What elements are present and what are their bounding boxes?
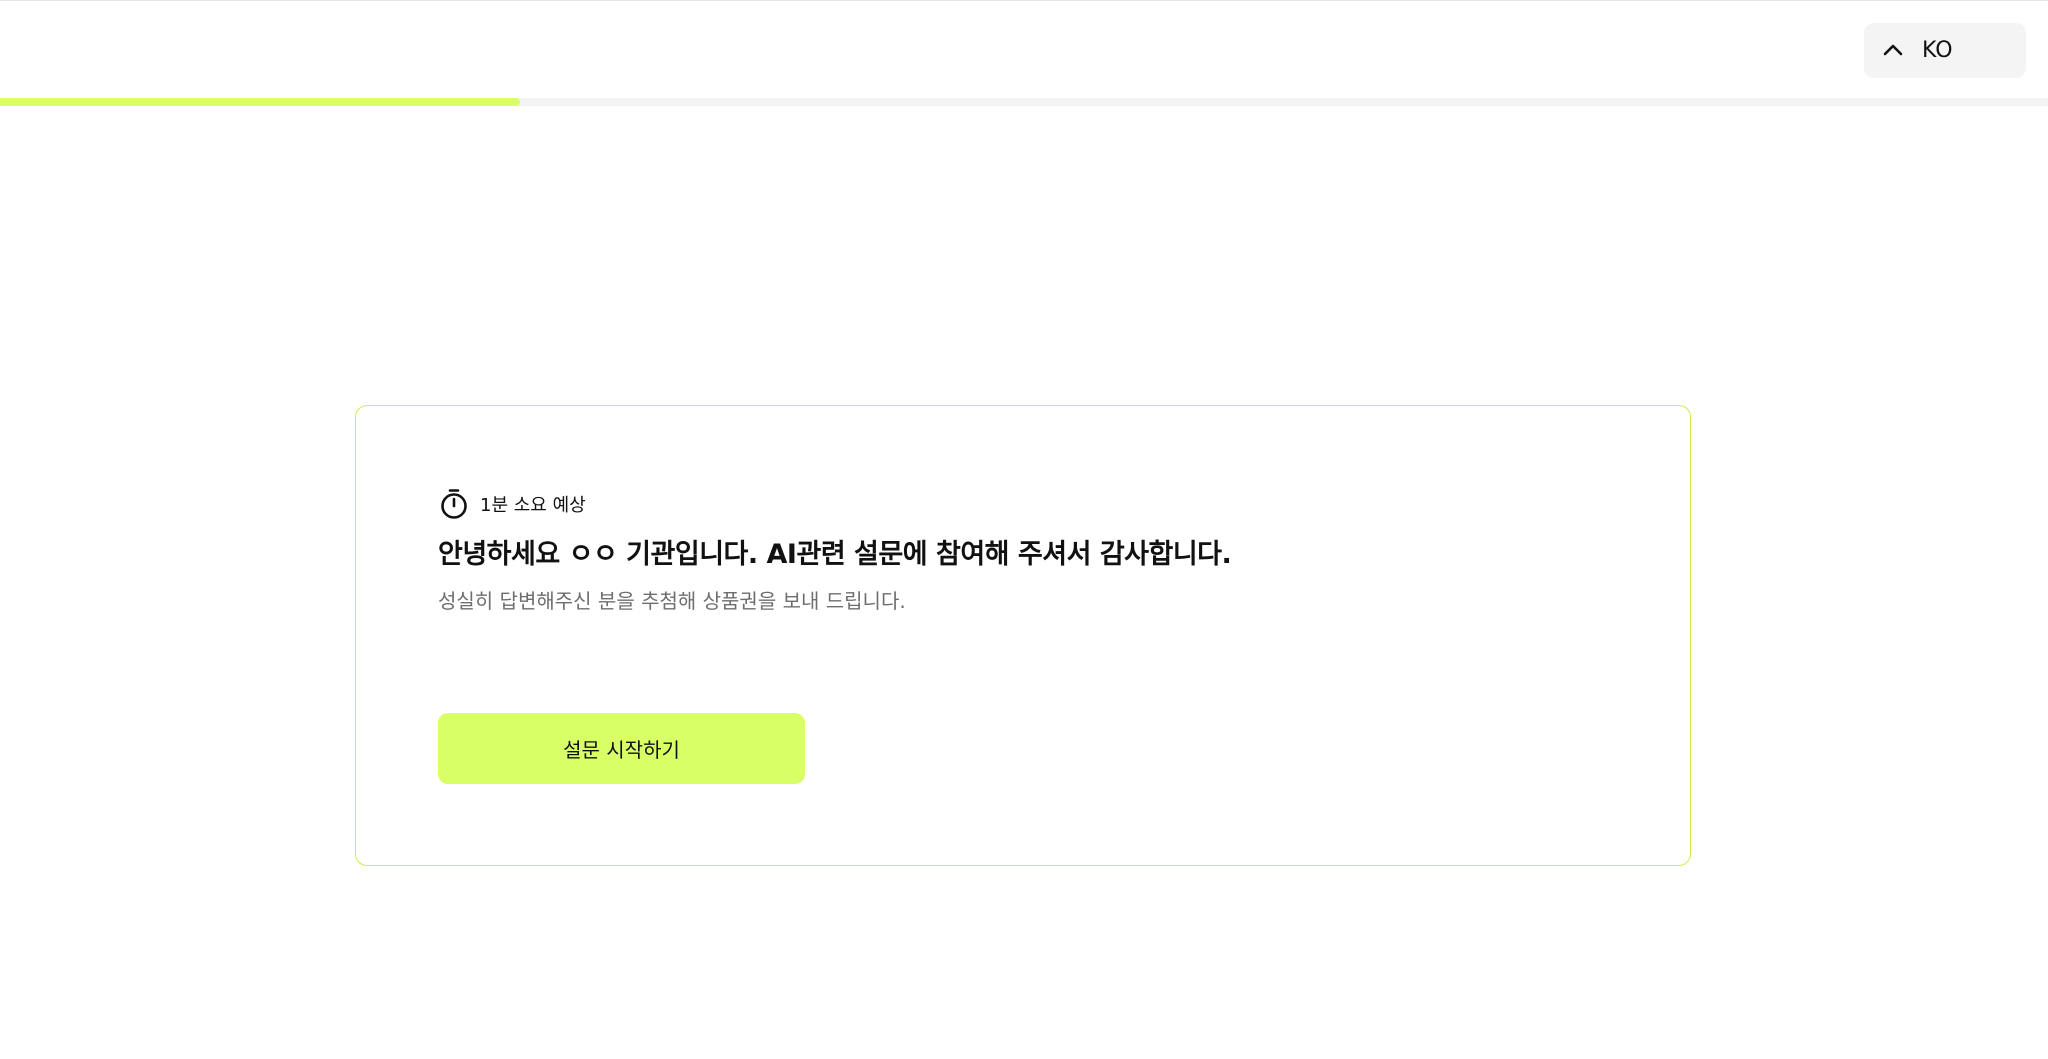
language-label: KO bbox=[1922, 38, 1953, 63]
survey-title: 안녕하세요 ㅇㅇ 기관입니다. AI관련 설문에 참여해 주셔서 감사합니다. bbox=[438, 539, 1232, 570]
survey-description: 성실히 답변해주신 분을 추첨해 상품권을 보내 드립니다. bbox=[438, 589, 906, 613]
chevron-up-icon bbox=[1878, 35, 1908, 65]
start-survey-button[interactable]: 설문 시작하기 bbox=[438, 713, 805, 784]
stopwatch-icon bbox=[438, 487, 470, 521]
language-selector-button[interactable]: KO bbox=[1864, 23, 2026, 78]
survey-progress-fill bbox=[0, 98, 520, 106]
survey-intro-card: 1분 소요 예상 안녕하세요 ㅇㅇ 기관입니다. AI관련 설문에 참여해 주셔… bbox=[355, 405, 1691, 866]
top-bar: KO bbox=[0, 0, 2048, 104]
survey-progress-bar bbox=[0, 98, 2048, 106]
estimated-duration: 1분 소요 예상 bbox=[438, 486, 586, 522]
duration-text: 1분 소요 예상 bbox=[480, 495, 586, 516]
